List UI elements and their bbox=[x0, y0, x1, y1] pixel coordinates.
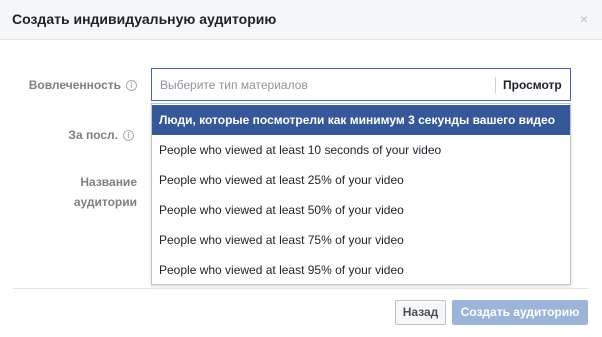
dropdown-option-10-seconds[interactable]: People who viewed at least 10 seconds of… bbox=[152, 135, 570, 165]
audience-name-label-line1: Название bbox=[80, 175, 137, 189]
select-divider bbox=[495, 77, 496, 93]
back-button[interactable]: Назад bbox=[395, 300, 446, 325]
dialog-title: Создать индивидуальную аудиторию bbox=[12, 11, 277, 27]
close-icon[interactable]: × bbox=[580, 11, 588, 27]
footer-divider bbox=[13, 288, 589, 289]
info-icon[interactable]: i bbox=[126, 80, 137, 91]
dropdown-option-95-percent[interactable]: People who viewed at least 95% of your v… bbox=[152, 255, 570, 285]
dropdown-option-25-percent[interactable]: People who viewed at least 25% of your v… bbox=[152, 165, 570, 195]
info-icon[interactable]: i bbox=[123, 130, 134, 141]
audience-name-label-line2: аудитории bbox=[73, 195, 137, 209]
dropdown-option-50-percent[interactable]: People who viewed at least 50% of your v… bbox=[152, 195, 570, 225]
content-type-select[interactable]: Выберите тип материалов Просмотр bbox=[151, 68, 571, 101]
engagement-label-text: Вовлеченность bbox=[28, 78, 121, 92]
period-label-text: За посл. bbox=[68, 128, 118, 142]
create-audience-button[interactable]: Создать аудиторию bbox=[452, 300, 588, 325]
dropdown-option-3-seconds[interactable]: Люди, которые посмотрели как минимум 3 с… bbox=[152, 105, 570, 135]
dialog-header: Создать индивидуальную аудиторию × bbox=[0, 0, 602, 40]
audience-name-label: Название аудитории bbox=[74, 172, 137, 212]
engagement-label: Вовлеченность i bbox=[29, 75, 137, 95]
browse-button[interactable]: Просмотр bbox=[503, 78, 562, 92]
content-type-dropdown: Люди, которые посмотрели как минимум 3 с… bbox=[151, 103, 571, 285]
content-type-placeholder: Выберите тип материалов bbox=[160, 78, 308, 92]
dropdown-option-75-percent[interactable]: People who viewed at least 75% of your v… bbox=[152, 225, 570, 255]
period-label: За посл. i bbox=[68, 125, 134, 145]
